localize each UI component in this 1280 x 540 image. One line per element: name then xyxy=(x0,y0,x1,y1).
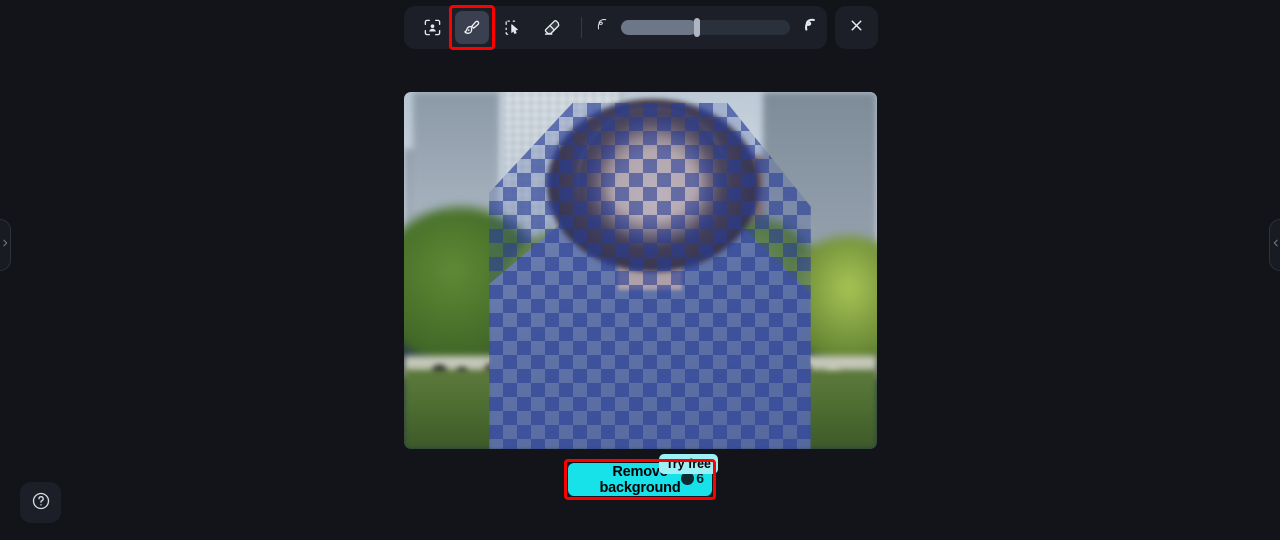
brush-size-slider-thumb[interactable] xyxy=(694,18,701,37)
remove-background-cta: Remove background 6 Try free xyxy=(564,454,718,500)
subject-region xyxy=(489,99,811,449)
building-shape xyxy=(413,92,499,214)
left-panel-handle[interactable]: Expand left panel xyxy=(0,219,11,271)
image-canvas[interactable]: Person with curly hair standing in a cit… xyxy=(404,92,877,449)
small-stroke-icon xyxy=(593,16,611,39)
right-panel-handle[interactable]: Expand right panel xyxy=(1269,219,1280,271)
brush-size-control: Brush size xyxy=(591,16,819,40)
try-free-badge[interactable]: Try free xyxy=(658,454,718,474)
brush-icon xyxy=(462,18,482,38)
selection-checkerboard-overlay xyxy=(489,102,811,449)
help-circle-icon xyxy=(31,491,51,514)
eraser-tool-button[interactable]: Eraser xyxy=(535,11,569,44)
remove-background-label-line2: background xyxy=(599,479,681,496)
photo-layer xyxy=(404,92,877,449)
chevron-right-icon xyxy=(0,236,10,254)
top-toolbar-row: Select subject Brush xyxy=(404,5,878,50)
person-select-icon xyxy=(423,18,442,37)
brush-size-slider[interactable] xyxy=(621,18,790,37)
large-stroke-icon xyxy=(800,16,819,40)
brush-tool-button[interactable]: Brush xyxy=(449,5,495,50)
magic-cursor-icon xyxy=(503,18,522,37)
close-button[interactable]: Close xyxy=(835,6,878,49)
help-button[interactable]: Help xyxy=(20,482,61,523)
toolbar-divider xyxy=(581,17,582,38)
eraser-icon xyxy=(542,18,562,38)
brush-size-slider-fill xyxy=(621,20,698,35)
magic-select-tool-button[interactable]: Magic select xyxy=(495,11,529,44)
close-icon xyxy=(848,17,865,39)
tool-toolbar: Select subject Brush xyxy=(404,5,827,50)
chevron-left-icon xyxy=(1271,236,1280,254)
subject-select-tool-button[interactable]: Select subject xyxy=(415,11,449,44)
editor-root: Select subject Brush xyxy=(0,0,1280,540)
